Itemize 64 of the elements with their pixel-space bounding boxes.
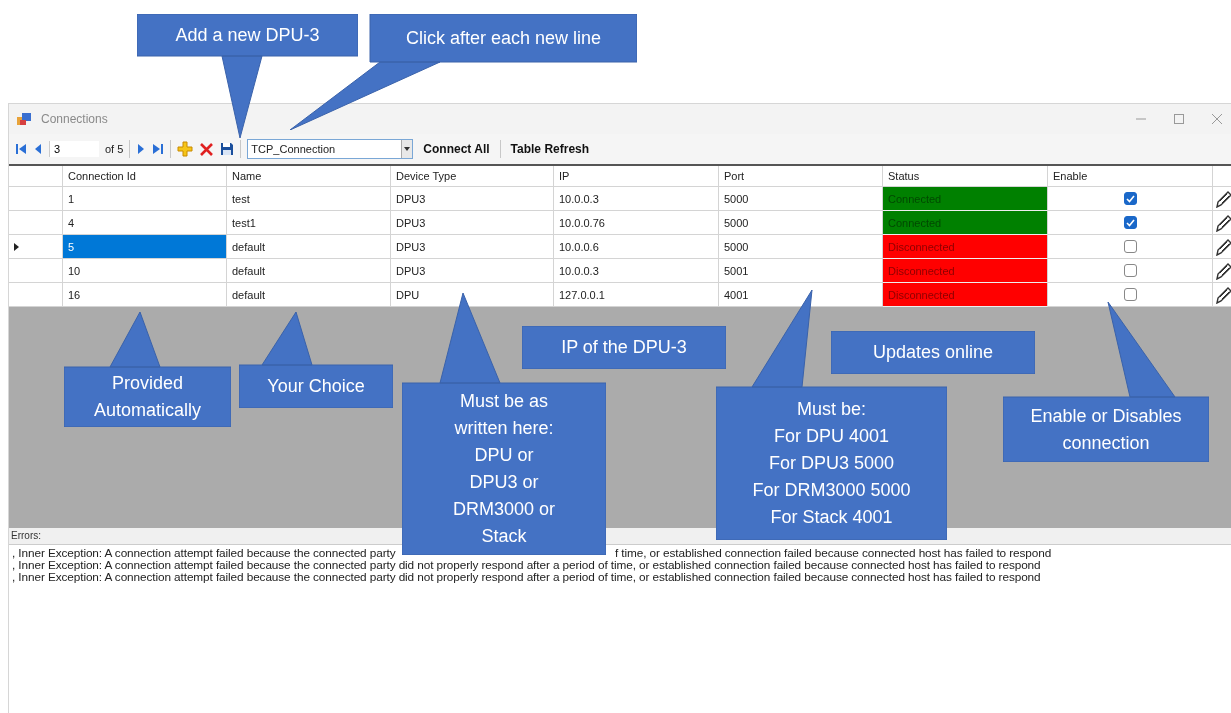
save-icon[interactable]	[220, 142, 235, 156]
status-cell: Connected	[883, 211, 1048, 235]
column-header[interactable]: Enable	[1048, 166, 1213, 187]
pencil-icon[interactable]	[1215, 285, 1231, 304]
table-cell: default	[227, 235, 391, 259]
callout: Enable or Disables connection	[1003, 302, 1209, 462]
callout: Add a new DPU-3	[137, 14, 358, 138]
window-title: Connections	[41, 112, 108, 126]
table-cell: test	[227, 187, 391, 211]
enable-checkbox[interactable]	[1123, 288, 1137, 301]
column-header[interactable]: Device Type	[391, 166, 554, 187]
connection-type-dropdown[interactable]: TCP_Connection	[247, 139, 414, 159]
column-header[interactable]: IP	[554, 166, 719, 187]
callout: Your Choice	[239, 312, 393, 408]
table-cell: 10.0.0.6	[554, 235, 719, 259]
current-row-icon	[14, 242, 19, 251]
table-refresh-button[interactable]: Table Refresh	[506, 140, 594, 158]
last-record-icon[interactable]	[152, 142, 165, 156]
callout: IP of the DPU-3	[522, 326, 726, 369]
enable-checkbox[interactable]	[1123, 240, 1137, 253]
pencil-icon[interactable]	[1215, 189, 1231, 208]
table-cell: 5	[63, 235, 227, 259]
status-cell: Disconnected	[883, 235, 1048, 259]
add-icon[interactable]	[177, 141, 194, 157]
table-cell: default	[227, 259, 391, 283]
enable-checkbox[interactable]	[1123, 192, 1137, 205]
position-field[interactable]: 3	[49, 141, 99, 157]
table-cell: DPU3	[391, 187, 554, 211]
table-cell: 10.0.0.3	[554, 187, 719, 211]
pencil-icon[interactable]	[1215, 213, 1231, 232]
delete-icon[interactable]	[199, 141, 215, 157]
dropdown-caret-icon[interactable]	[404, 147, 411, 151]
table-cell: 1	[63, 187, 227, 211]
pencil-icon[interactable]	[1215, 237, 1231, 256]
errors-label: Errors:	[9, 529, 43, 542]
table-cell: 10	[63, 259, 227, 283]
column-header[interactable]: Port	[719, 166, 883, 187]
table-cell: DPU3	[391, 259, 554, 283]
error-message: , Inner Exception: A connection attempt failed because the connected party did not properly respond after a period of time, or established connection failed because connected host has failed to respond	[12, 570, 1041, 584]
connect-all-button[interactable]: Connect All	[419, 140, 494, 158]
pencil-icon[interactable]	[1215, 261, 1231, 280]
previous-record-icon[interactable]	[33, 142, 43, 156]
error-message: f time, or established connection failed because connected host has failed to respond	[615, 547, 1053, 559]
table-cell: DPU3	[391, 235, 554, 259]
table-cell: DPU3	[391, 211, 554, 235]
column-header[interactable]: Connection Id	[63, 166, 227, 187]
maximize-icon[interactable]	[1173, 113, 1185, 125]
error-message: , Inner Exception: A connection attempt failed because the connected party	[12, 547, 397, 559]
enable-checkbox[interactable]	[1123, 264, 1137, 277]
app-icon	[17, 112, 33, 126]
callout: Updates online	[831, 331, 1035, 374]
record-count: of 5	[105, 143, 124, 155]
table-cell: test1	[227, 211, 391, 235]
callout: Provided Automatically	[64, 312, 231, 427]
close-icon[interactable]	[1211, 113, 1223, 125]
status-cell: Disconnected	[883, 283, 1048, 307]
table-cell: 10.0.0.76	[554, 211, 719, 235]
first-record-icon[interactable]	[15, 142, 27, 156]
status-cell: Disconnected	[883, 259, 1048, 283]
error-message: , Inner Exception: A connection attempt failed because the connected party did not properly respond after a period of time, or established connection failed because connected host has failed to respond	[12, 558, 1041, 572]
table-cell: 10.0.0.3	[554, 259, 719, 283]
status-cell: Connected	[883, 187, 1048, 211]
column-header[interactable]: Name	[227, 166, 391, 187]
enable-checkbox[interactable]	[1123, 216, 1137, 229]
